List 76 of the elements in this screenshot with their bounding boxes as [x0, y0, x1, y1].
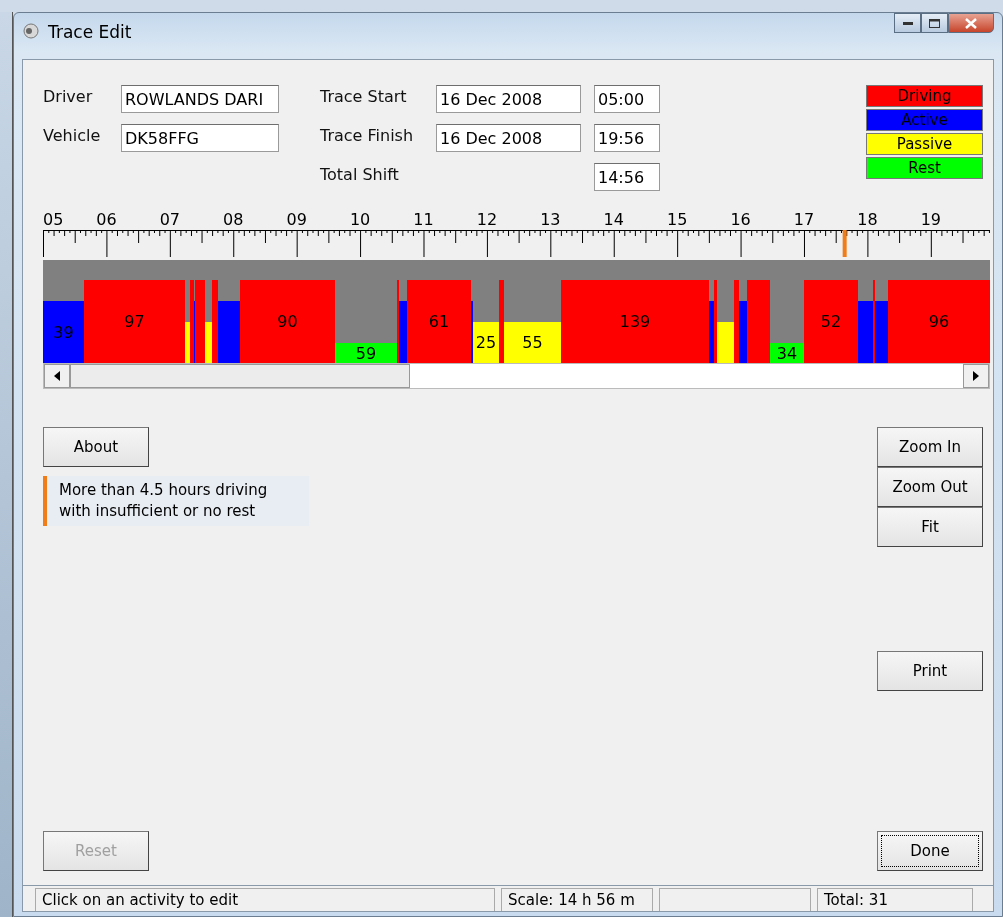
app-icon — [22, 22, 40, 40]
duration-label: 34 — [776, 343, 798, 363]
status-total: Total: 31 — [817, 888, 973, 911]
about-button[interactable]: About — [43, 427, 149, 467]
right-arrow-icon[interactable] — [973, 371, 979, 381]
horizontal-scrollbar[interactable] — [43, 363, 990, 389]
activity-block[interactable]: 52 — [804, 280, 858, 363]
time-field[interactable]: 14:56 — [594, 163, 660, 191]
field-label: Trace Start — [320, 86, 408, 108]
duration-label: 96 — [928, 312, 950, 331]
activity-block[interactable] — [212, 280, 218, 363]
activity-block[interactable] — [875, 301, 888, 363]
activity-block[interactable] — [195, 280, 205, 363]
activity-block[interactable] — [714, 280, 717, 363]
close-icon — [965, 17, 977, 29]
text-field[interactable]: ROWLANDS DARI — [121, 85, 279, 113]
duration-label: 59 — [355, 343, 377, 363]
activity-block[interactable] — [185, 322, 190, 363]
text-field[interactable]: DK58FFG — [121, 124, 279, 152]
duration-label: 139 — [619, 312, 651, 331]
activity-block[interactable] — [218, 301, 240, 363]
zoom-in-button[interactable]: Zoom In — [877, 427, 983, 467]
duration-label: 39 — [53, 322, 74, 342]
activity-block[interactable]: 61 — [407, 280, 471, 363]
activity-block[interactable] — [399, 301, 407, 363]
activity-block[interactable]: 96 — [888, 280, 990, 363]
duration-label: 55 — [522, 333, 543, 352]
field-label: Total Shift — [320, 164, 400, 186]
legend-item: Rest — [866, 157, 983, 179]
activity-block[interactable] — [747, 280, 770, 363]
duration-label: 97 — [124, 312, 145, 331]
activity-block[interactable]: 90 — [240, 280, 335, 363]
activity-block[interactable] — [190, 280, 194, 363]
activity-block[interactable]: 139 — [561, 280, 709, 363]
legend-item: Passive — [866, 133, 983, 155]
activity-block[interactable]: 34 — [770, 343, 804, 363]
print-button[interactable]: Print — [877, 651, 983, 691]
maximize-button[interactable] — [921, 13, 948, 33]
legend-item: Driving — [866, 85, 983, 107]
field-label: Vehicle — [43, 125, 102, 147]
duration-label: 25 — [475, 333, 497, 352]
minimize-icon — [902, 21, 913, 25]
activity-block[interactable]: 25 — [473, 322, 499, 363]
activity-block[interactable]: 97 — [84, 280, 185, 363]
field-label: Driver — [43, 86, 94, 108]
activity-block[interactable] — [205, 322, 212, 363]
close-button[interactable] — [948, 13, 994, 33]
done-button[interactable]: Done — [877, 831, 983, 871]
legend-item: Active — [866, 109, 983, 131]
activity-block[interactable] — [734, 280, 739, 363]
activity-block[interactable] — [858, 301, 873, 363]
duration-label: 52 — [820, 312, 842, 331]
left-arrow-icon[interactable] — [54, 371, 60, 381]
time-field[interactable]: 05:00 — [594, 85, 660, 113]
activity-block[interactable]: 55 — [504, 322, 561, 363]
status-message: Click on an activity to edit — [35, 888, 495, 911]
activity-block[interactable]: 59 — [335, 343, 397, 363]
window-title: Trace Edit — [48, 22, 132, 42]
date-field[interactable]: 16 Dec 2008 — [436, 85, 581, 113]
duration-label: 90 — [277, 312, 298, 331]
activity-block[interactable] — [717, 322, 734, 363]
status-scale: Scale: 14 h 56 m — [501, 888, 653, 911]
scroll-thumb[interactable] — [70, 364, 410, 388]
warning-message: More than 4.5 hours driving with insufficient or no rest — [43, 476, 309, 526]
maximize-icon — [929, 18, 940, 28]
activity-block[interactable] — [739, 301, 747, 363]
minimize-button[interactable] — [894, 13, 921, 33]
date-field[interactable]: 16 Dec 2008 — [436, 124, 581, 152]
fit-button[interactable]: Fit — [877, 507, 983, 547]
activity-block[interactable] — [709, 301, 714, 363]
zoom-out-button[interactable]: Zoom Out — [877, 467, 983, 507]
activity-block[interactable] — [499, 280, 504, 363]
field-label: Trace Finish — [320, 125, 415, 147]
time-field[interactable]: 19:56 — [594, 124, 660, 152]
time-ruler: 05 06 07 08 09 10 11 12 13 14 15 16 17 18 19 — [43, 210, 990, 260]
duration-label: 61 — [428, 312, 450, 331]
